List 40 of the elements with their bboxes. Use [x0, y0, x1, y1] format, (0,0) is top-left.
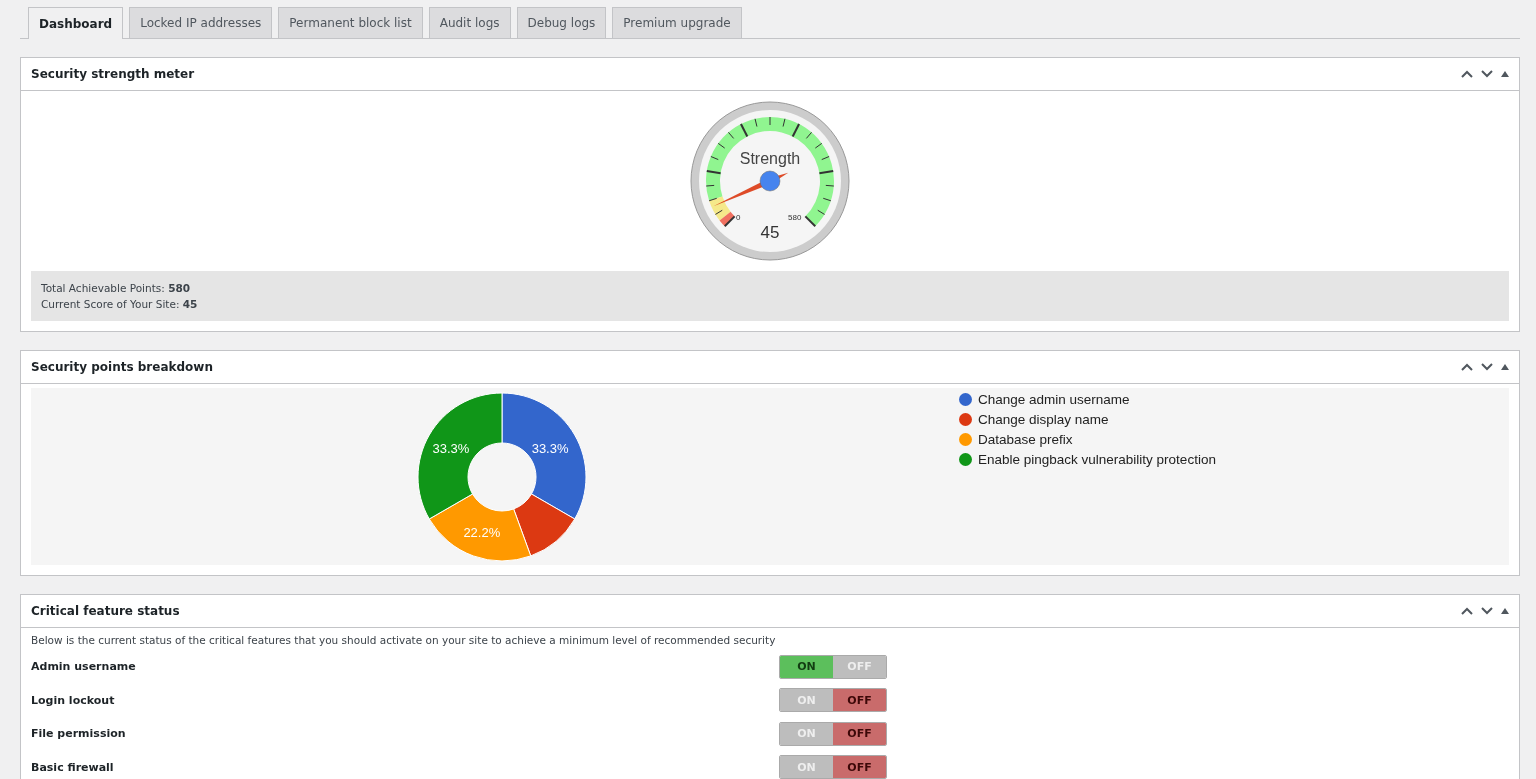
legend-dot — [959, 393, 972, 406]
intro-text: Below is the current status of the critical features that you should activate on your site to achieve a minimum level of recommended security — [31, 633, 777, 648]
triangle-up-icon[interactable] — [1501, 71, 1509, 77]
gauge-min: 0 — [736, 213, 741, 222]
slice-label: 33.3% — [432, 440, 470, 456]
slice-label: 22.2% — [463, 525, 501, 541]
tab[interactable]: Premium upgrade — [612, 7, 742, 38]
legend-dot — [959, 413, 972, 426]
panel-title: Security points breakdown — [31, 360, 213, 374]
panel-title: Critical feature status — [31, 604, 180, 618]
chevron-up-icon[interactable] — [1461, 363, 1473, 371]
tab[interactable]: Debug logs — [516, 7, 607, 38]
summary-line: Current Score of Your Site: 45 — [41, 298, 198, 310]
chevron-up-icon[interactable] — [1461, 70, 1473, 78]
feature-name: File permission — [31, 727, 127, 741]
legend-dot — [959, 433, 972, 446]
feature-name: Admin username — [31, 660, 137, 674]
chevron-down-icon[interactable] — [1481, 607, 1493, 615]
gauge-reading: 45 — [760, 223, 780, 242]
legend-label: Change display name — [978, 412, 1109, 427]
tab[interactable]: Audit logs — [428, 7, 511, 38]
chevron-down-icon[interactable] — [1481, 363, 1493, 371]
slice-label: 33.3% — [531, 440, 569, 456]
gauge-label: Strength — [739, 150, 801, 167]
summary-line: Total Achievable Points: 580 — [41, 282, 191, 294]
panel-title: Security strength meter — [31, 67, 195, 81]
feature-name: Login lockout — [31, 693, 116, 707]
chevron-down-icon[interactable] — [1481, 70, 1493, 78]
legend-label: Database prefix — [978, 432, 1073, 447]
legend-label: Enable pingback vulnerability protection — [978, 452, 1216, 467]
tab[interactable]: Permanent block list — [278, 7, 423, 38]
gauge-max: 580 — [788, 213, 802, 222]
tab[interactable]: Locked IP addresses — [129, 7, 273, 38]
legend-dot — [959, 453, 972, 466]
chevron-up-icon[interactable] — [1461, 607, 1473, 615]
triangle-up-icon[interactable] — [1501, 364, 1509, 370]
triangle-up-icon[interactable] — [1501, 608, 1509, 614]
feature-name: Basic firewall — [31, 760, 115, 774]
legend-label: Change admin username — [978, 392, 1130, 407]
tab[interactable]: Dashboard — [28, 7, 124, 39]
